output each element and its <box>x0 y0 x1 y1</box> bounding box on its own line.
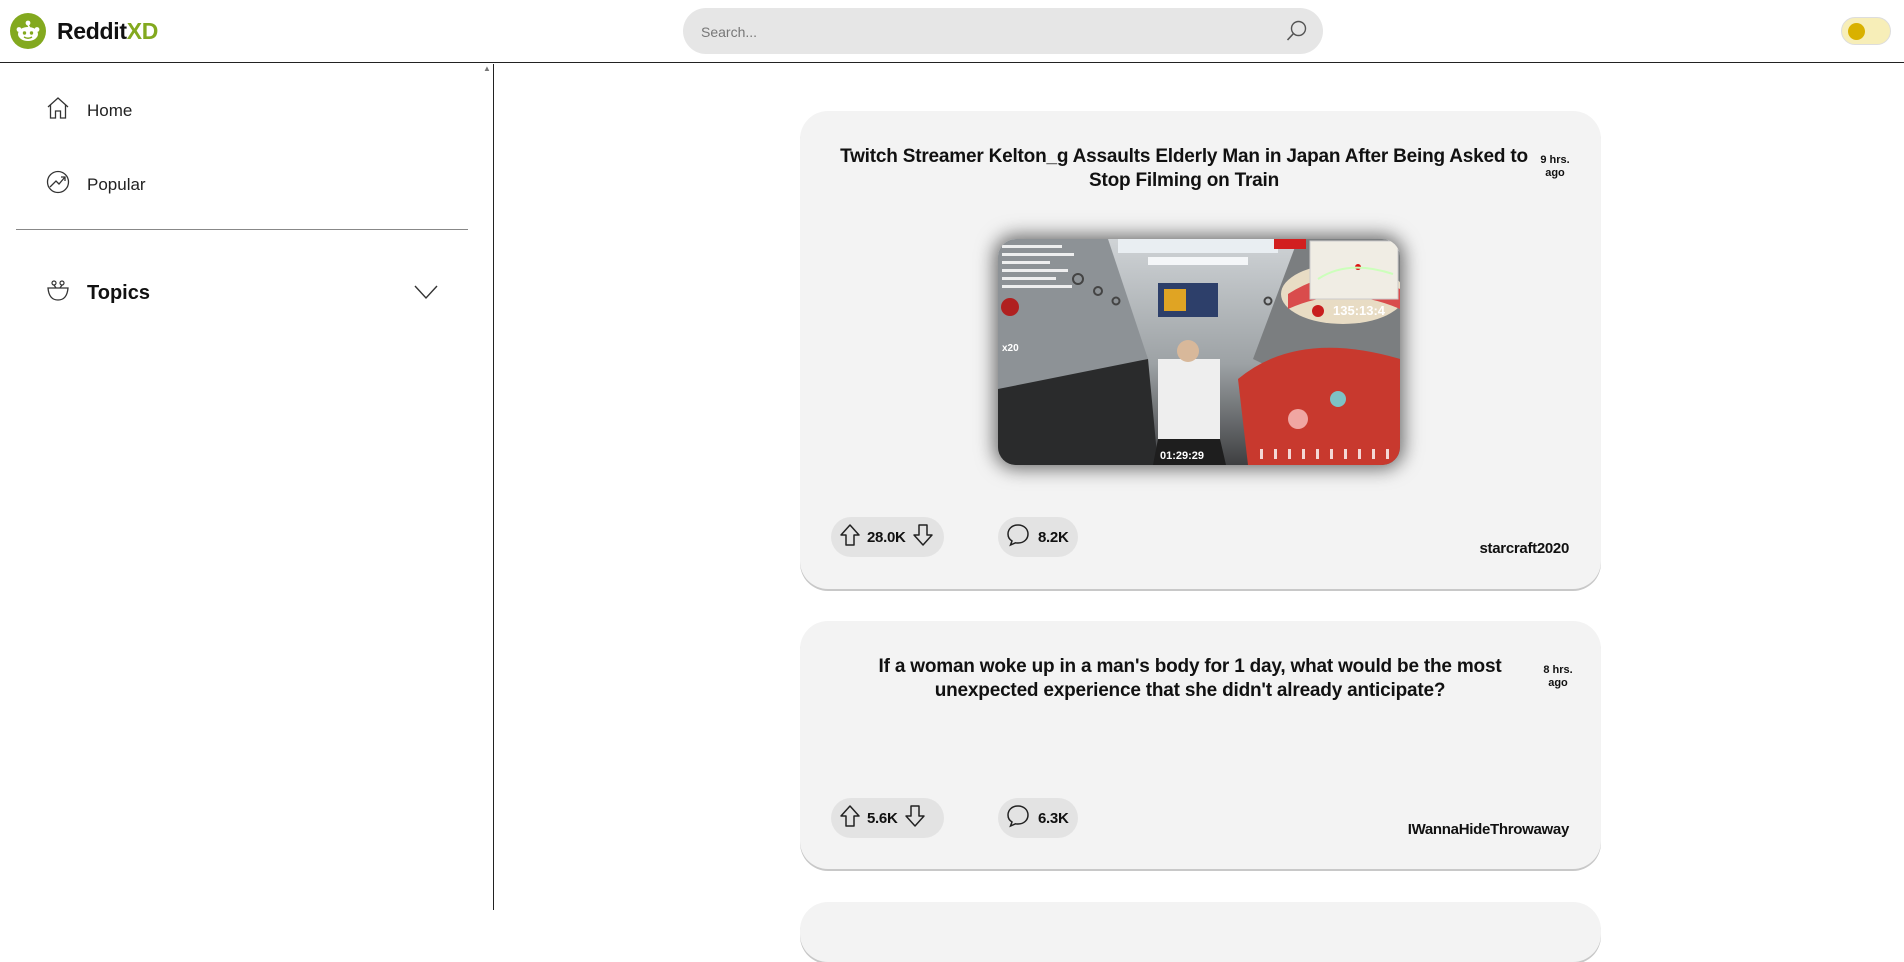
topics-dropdown[interactable]: Topics <box>46 278 438 308</box>
app-name: RedditXD <box>57 17 159 44</box>
sidebar-divider <box>16 229 468 230</box>
search-bar <box>683 8 1323 56</box>
topics-label: Topics <box>87 281 150 304</box>
post-card[interactable] <box>800 902 1601 962</box>
search-input[interactable] <box>699 8 1263 56</box>
sidebar-item-label: Popular <box>87 174 146 194</box>
app-logo[interactable]: RedditXD <box>10 13 158 49</box>
post-author[interactable]: IWannaHideThrowaway <box>1408 821 1570 838</box>
sidebar-item-label: Home <box>87 100 133 120</box>
search-icon[interactable] <box>1285 19 1309 48</box>
vote-count: 5.6K <box>867 809 898 827</box>
post-card[interactable]: Twitch Streamer Kelton_g Assaults Elderl… <box>800 111 1601 589</box>
sidebar: ▲ Home Popular Topics <box>0 64 494 910</box>
vote-count: 28.0K <box>867 528 906 546</box>
comment-count: 6.3K <box>1038 809 1069 827</box>
downvote-arrow-icon[interactable] <box>912 523 934 552</box>
media-timer: 135:13:4 <box>1333 303 1386 318</box>
media-timestamp: 01:29:29 <box>1160 450 1204 462</box>
chevron-down-icon[interactable] <box>414 284 438 305</box>
top-bar: RedditXD <box>0 0 1904 63</box>
sidebar-item-popular[interactable]: Popular <box>46 170 146 199</box>
toggle-knob <box>1848 23 1865 40</box>
topics-icon <box>46 279 70 308</box>
post-title[interactable]: If a woman woke up in a man's body for 1… <box>860 655 1520 703</box>
post-video-thumbnail[interactable]: x20 135:13:4 01:29:29 <box>998 239 1400 465</box>
popular-icon <box>46 170 70 199</box>
upvote-arrow-icon[interactable] <box>839 523 861 552</box>
vote-controls: 28.0K <box>831 517 944 557</box>
post-time: 9 hrs. ago <box>1540 154 1570 179</box>
home-icon <box>46 96 70 125</box>
reddit-logo-icon <box>10 13 46 49</box>
post-title[interactable]: Twitch Streamer Kelton_g Assaults Elderl… <box>840 145 1528 193</box>
post-time: 8 hrs. ago <box>1543 664 1573 689</box>
post-card[interactable]: If a woman woke up in a man's body for 1… <box>800 621 1601 869</box>
upvote-arrow-icon[interactable] <box>839 804 861 833</box>
theme-toggle[interactable] <box>1841 17 1891 45</box>
post-author[interactable]: starcraft2020 <box>1480 540 1570 557</box>
downvote-arrow-icon[interactable] <box>904 804 926 833</box>
comments-button[interactable]: 6.3K <box>998 798 1078 838</box>
scroll-up-arrow-icon[interactable]: ▲ <box>483 64 491 74</box>
comments-button[interactable]: 8.2K <box>998 517 1078 557</box>
comment-count: 8.2K <box>1038 528 1069 546</box>
comment-bubble-icon <box>1006 523 1030 552</box>
comment-bubble-icon <box>1006 804 1030 833</box>
media-badge: x20 <box>1002 343 1019 354</box>
vote-controls: 5.6K <box>831 798 944 838</box>
sidebar-item-home[interactable]: Home <box>46 96 132 125</box>
